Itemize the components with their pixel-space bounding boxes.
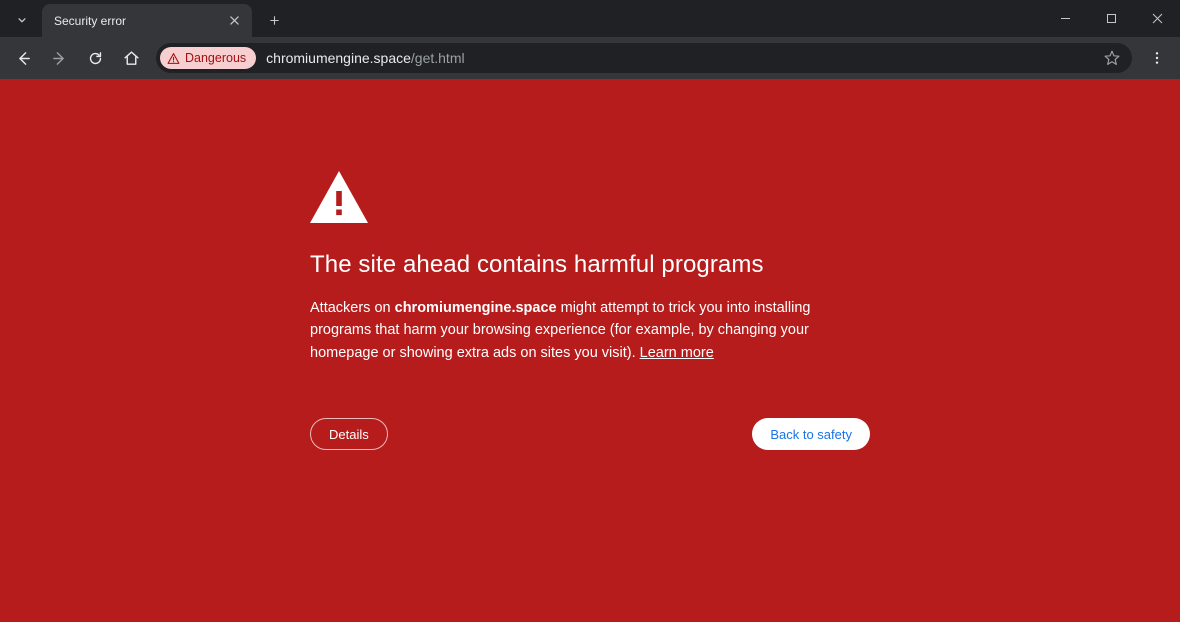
browser-toolbar: Dangerous chromiumengine.space/get.html: [0, 37, 1180, 79]
browser-titlebar: Security error: [0, 0, 1180, 37]
warning-headline: The site ahead contains harmful programs: [310, 251, 870, 279]
browser-menu-button[interactable]: [1140, 41, 1174, 75]
window-maximize-button[interactable]: [1088, 0, 1134, 37]
warning-panel: The site ahead contains harmful programs…: [310, 171, 870, 622]
safe-browsing-interstitial: The site ahead contains harmful programs…: [0, 79, 1180, 622]
bookmark-star-icon[interactable]: [1098, 44, 1126, 72]
tab-close-icon[interactable]: [226, 13, 242, 29]
warning-pre: Attackers on: [310, 300, 395, 316]
warning-domain: chromiumengine.space: [395, 300, 557, 316]
forward-button[interactable]: [42, 41, 76, 75]
warning-triangle-large-icon: [310, 171, 870, 223]
address-bar[interactable]: Dangerous chromiumengine.space/get.html: [156, 43, 1132, 73]
search-tabs-button[interactable]: [6, 4, 38, 36]
back-to-safety-button[interactable]: Back to safety: [752, 418, 870, 450]
browser-tab[interactable]: Security error: [42, 4, 252, 37]
reload-button[interactable]: [78, 41, 112, 75]
warning-triangle-icon: [167, 52, 180, 65]
warning-body: Attackers on chromiumengine.space might …: [310, 297, 870, 364]
new-tab-button[interactable]: [260, 6, 288, 34]
details-button[interactable]: Details: [310, 418, 388, 450]
url-path: /get.html: [411, 50, 465, 66]
window-controls: [1042, 0, 1180, 37]
home-button[interactable]: [114, 41, 148, 75]
window-close-button[interactable]: [1134, 0, 1180, 37]
url-text: chromiumengine.space/get.html: [266, 50, 1098, 66]
tab-title: Security error: [54, 14, 226, 28]
learn-more-link[interactable]: Learn more: [640, 345, 714, 361]
warning-button-row: Details Back to safety: [310, 418, 870, 450]
dangerous-site-chip[interactable]: Dangerous: [160, 47, 256, 69]
dangerous-label: Dangerous: [185, 51, 246, 65]
url-host: chromiumengine.space: [266, 50, 411, 66]
back-button[interactable]: [6, 41, 40, 75]
window-minimize-button[interactable]: [1042, 0, 1088, 37]
